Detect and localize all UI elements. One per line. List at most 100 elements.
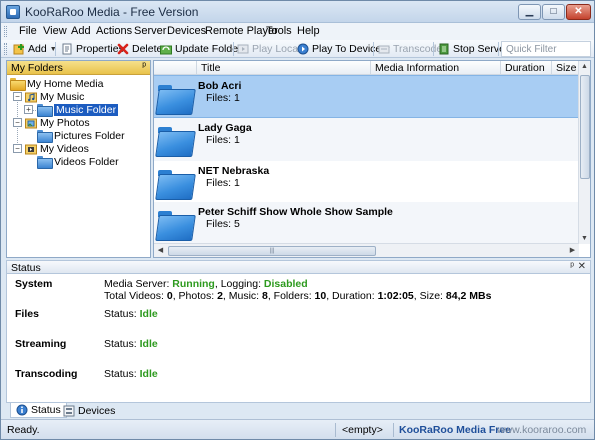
- menu-server[interactable]: Server: [134, 25, 166, 37]
- status-bar-brand: KooRaRoo Media Free: [399, 424, 512, 436]
- collapse-icon[interactable]: −: [13, 92, 22, 101]
- status-bar-separator: [335, 423, 336, 437]
- row-files-count: Files: 1: [206, 92, 240, 104]
- folder-icon: [37, 156, 53, 169]
- tree-item-pictures-folder[interactable]: Pictures Folder: [37, 129, 125, 143]
- music-folder-icon: [25, 91, 37, 103]
- streaming-status-value: Idle: [139, 338, 158, 350]
- menu-devices[interactable]: Devices: [167, 25, 206, 37]
- status-bar-separator: [393, 423, 394, 437]
- tree-item-label: My Music: [40, 90, 85, 103]
- menu-actions[interactable]: Actions: [96, 25, 132, 37]
- row-files-count: Files: 5: [206, 218, 240, 230]
- transcoding-status-value: Idle: [139, 368, 158, 380]
- collapse-icon[interactable]: −: [13, 144, 22, 153]
- toolbar-separator: [433, 42, 434, 56]
- update-folder-button[interactable]: Update Folder: [160, 41, 242, 57]
- minimize-button[interactable]: ▁: [518, 4, 541, 20]
- folder-icon: [37, 130, 53, 143]
- table-row[interactable]: Peter Schiff Show Whole Show Sample File…: [154, 202, 579, 244]
- folder-icon: [157, 211, 193, 239]
- menu-grip[interactable]: [4, 26, 7, 37]
- files-status-value: Idle: [139, 308, 158, 320]
- window-title: KooRaRoo Media - Free Version: [25, 5, 199, 19]
- tree-item-label: My Home Media: [27, 77, 104, 90]
- close-button[interactable]: ✕: [566, 4, 591, 20]
- column-header-size[interactable]: Size: [552, 61, 579, 75]
- add-button[interactable]: Add ▼: [13, 41, 57, 57]
- tree-item-my-home-media[interactable]: My Home Media: [10, 77, 104, 91]
- files-status: Status: Idle: [104, 308, 158, 320]
- folder-icon: [37, 104, 53, 117]
- scroll-left-arrow-icon[interactable]: ◀: [155, 245, 166, 256]
- menu-add[interactable]: Add: [71, 25, 91, 37]
- logging-prefix: , Logging:: [214, 278, 264, 290]
- scrollbar-thumb[interactable]: |||: [168, 246, 376, 256]
- menu-tools[interactable]: Tools: [266, 25, 292, 37]
- media-server-prefix: Media Server:: [104, 278, 173, 290]
- status-panel: System Media Server: Running, Logging: D…: [6, 274, 591, 402]
- properties-icon: [61, 43, 73, 55]
- tree-item-videos-folder[interactable]: Videos Folder: [37, 155, 119, 169]
- transcoding-status-prefix: Status:: [104, 368, 140, 380]
- tree-item-my-photos[interactable]: My Photos: [25, 116, 90, 129]
- tree-item-my-videos[interactable]: My Videos: [25, 142, 89, 155]
- scroll-right-arrow-icon[interactable]: ▶: [567, 245, 578, 256]
- pin-icon[interactable]: ᵖ: [570, 261, 574, 272]
- menu-file[interactable]: File: [19, 25, 37, 37]
- status-streaming-label: Streaming: [15, 338, 67, 350]
- collapse-icon[interactable]: −: [13, 118, 22, 127]
- properties-button[interactable]: Properties: [61, 41, 124, 57]
- status-bar-url[interactable]: www.kooraroo.com: [497, 424, 586, 436]
- delete-button-label: Delete: [132, 43, 163, 55]
- column-header-duration[interactable]: Duration: [501, 61, 552, 75]
- folder-icon: [10, 78, 26, 91]
- play-locally-icon: [237, 43, 249, 55]
- quick-filter-input[interactable]: Quick Filter: [501, 41, 591, 57]
- table-row[interactable]: NET Nebraska Files: 1: [154, 161, 579, 204]
- menu-bar: File View Add Actions Server Devices Rem…: [1, 23, 594, 40]
- tree-item-label: Pictures Folder: [54, 129, 125, 142]
- tab-devices[interactable]: Devices: [58, 403, 120, 418]
- menu-help[interactable]: Help: [297, 25, 320, 37]
- column-header-icon[interactable]: [154, 61, 197, 75]
- table-row[interactable]: Lady Gaga Files: 1: [154, 118, 579, 161]
- play-to-device-icon: [297, 43, 309, 55]
- toolbar-separator: [373, 42, 374, 56]
- toolbar-grip[interactable]: [4, 43, 7, 55]
- status-panel-header: Status ᵖ ✕: [6, 260, 591, 274]
- menu-view[interactable]: View: [43, 25, 67, 37]
- column-header-title[interactable]: Title: [197, 61, 371, 75]
- transcode-icon: [378, 43, 390, 55]
- delete-x-icon: [117, 43, 129, 55]
- delete-button[interactable]: Delete: [117, 41, 162, 57]
- vertical-scrollbar[interactable]: ▲ ▼: [578, 61, 590, 244]
- close-icon[interactable]: ✕: [578, 261, 586, 272]
- tree-item-label: Videos Folder: [54, 155, 119, 168]
- maximize-button[interactable]: □: [542, 4, 565, 20]
- totals-videos-label: Total Videos:: [104, 290, 167, 302]
- totals-duration-value: 1:02:05: [377, 290, 414, 302]
- toolbar-separator: [233, 42, 234, 56]
- status-bar-empty: <empty>: [342, 424, 383, 436]
- pin-icon[interactable]: ᵖ: [142, 61, 146, 72]
- scroll-down-arrow-icon[interactable]: ▼: [579, 233, 590, 244]
- title-bar: KooRaRoo Media - Free Version ▁ □ ✕: [1, 1, 594, 23]
- column-header-media-information[interactable]: Media Information: [371, 61, 501, 75]
- videos-folder-icon: [25, 143, 37, 155]
- tab-devices-label: Devices: [78, 404, 116, 417]
- tree-item-label: My Photos: [40, 116, 90, 129]
- tree-item-music-folder[interactable]: Music Folder: [37, 103, 119, 117]
- horizontal-scrollbar[interactable]: ◀ ||| ▶: [154, 243, 579, 257]
- tree-item-my-music[interactable]: My Music: [25, 90, 84, 103]
- scroll-up-arrow-icon[interactable]: ▲: [579, 61, 590, 72]
- expand-icon[interactable]: +: [24, 105, 33, 114]
- streaming-status-prefix: Status:: [104, 338, 140, 350]
- folder-icon: [157, 85, 193, 113]
- table-row[interactable]: Bob Acri Files: 1: [154, 75, 579, 118]
- scrollbar-thumb[interactable]: [580, 75, 590, 179]
- tree-item-label: My Videos: [40, 142, 89, 155]
- refresh-folder-icon: [160, 43, 172, 55]
- status-bar-ready: Ready.: [7, 424, 40, 436]
- add-button-label: Add: [28, 43, 47, 55]
